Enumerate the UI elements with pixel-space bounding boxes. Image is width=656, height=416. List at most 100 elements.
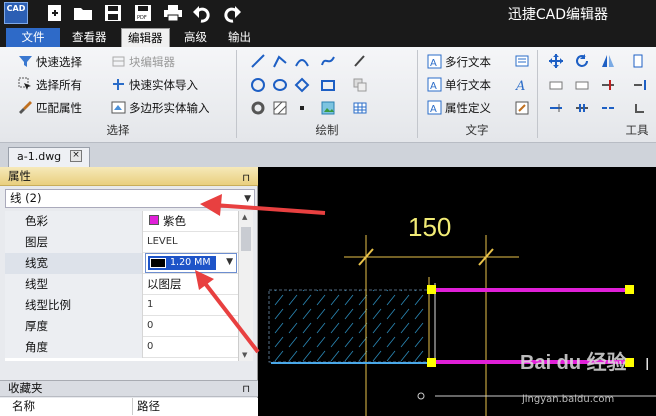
drawing-canvas[interactable] [259, 167, 656, 416]
polyline-tool-icon[interactable] [270, 52, 290, 70]
hatched-region[interactable] [268, 289, 430, 363]
arc-tool-icon[interactable] [292, 52, 312, 70]
quick-entity-import-button[interactable]: 快速实体导入 [111, 75, 198, 94]
chevron-down-icon[interactable]: ▼ [226, 257, 233, 267]
property-value: 0 [147, 341, 154, 352]
app-title: 迅捷CAD编辑器 [507, 7, 608, 23]
tab-output[interactable]: 输出 [222, 28, 257, 47]
property-row-angle[interactable]: 角度 0 [5, 337, 238, 358]
quick-select-button[interactable]: 快速选择 [18, 52, 82, 71]
point-tool-icon[interactable] [292, 99, 312, 117]
print-icon[interactable] [162, 3, 184, 23]
property-row-layer[interactable]: 图层 LEVEL [5, 232, 238, 253]
svg-text:A: A [430, 81, 437, 92]
property-value: 0 [147, 320, 154, 331]
selection-label: 线 (2) [10, 191, 42, 205]
single-line-text-button[interactable]: A 单行文本 [427, 75, 491, 94]
scroll-up-icon[interactable]: ▲ [242, 213, 247, 221]
extend-tool-icon[interactable] [630, 76, 650, 94]
scroll-down-icon[interactable]: ▼ [242, 351, 247, 359]
move-tool-icon[interactable] [546, 52, 566, 70]
grip [427, 358, 436, 367]
close-icon[interactable]: × [70, 150, 82, 162]
image-tool-icon[interactable] [318, 99, 338, 117]
circle-tool-icon[interactable] [248, 76, 268, 94]
linewidth-swatch [150, 258, 166, 268]
scale-tool-icon[interactable] [572, 99, 592, 117]
column-path[interactable]: 路径 [132, 398, 160, 415]
pin-icon[interactable]: ⊓ [242, 382, 250, 397]
properties-panel: 属性 ⊓ 线 (2) ▼ 色彩 紫色 图层 LEVEL 线宽 线型 以图层 线型… [0, 167, 258, 416]
column-name[interactable]: 名称 [12, 398, 35, 415]
polygon-entity-input-button[interactable]: 多边形实体输入 [111, 98, 210, 117]
save-icon[interactable] [102, 3, 124, 23]
tab-editor[interactable]: 编辑器 [121, 28, 170, 47]
scrollbar-thumb[interactable] [241, 227, 251, 251]
menu-bar: 文件 查看器 编辑器 高级 输出 [0, 27, 656, 47]
property-name: 线型 [5, 274, 143, 295]
property-row-color[interactable]: 色彩 紫色 [5, 211, 238, 232]
rotate-tool-icon[interactable] [572, 52, 592, 70]
open-folder-icon[interactable] [72, 3, 94, 23]
property-name: 图层 [5, 232, 143, 253]
tab-file[interactable]: 文件 [6, 28, 60, 47]
text-edit-icon[interactable]: A [512, 76, 532, 94]
polygon-icon [111, 100, 126, 115]
watermark-logo: Bai du 经验 [520, 352, 627, 374]
linewidth-dropdown[interactable]: 1.20 MM ▼ [145, 253, 237, 273]
freehand-tool-icon[interactable] [350, 52, 370, 70]
multiline-text-button[interactable]: A 多行文本 [427, 52, 491, 71]
selection-dropdown[interactable]: 线 (2) ▼ [5, 189, 255, 208]
hatch-tool-icon[interactable] [270, 99, 290, 117]
property-row-linetype[interactable]: 线型 以图层 [5, 274, 238, 295]
ellipse-tool-icon[interactable] [270, 76, 290, 94]
property-name: 线宽 [5, 253, 143, 274]
block-editor-button[interactable]: 块编辑器 [111, 52, 175, 71]
chevron-down-icon: ▼ [244, 194, 251, 204]
line-tool-icon[interactable] [248, 52, 268, 70]
tab-viewer[interactable]: 查看器 [66, 28, 113, 47]
break-tool-icon[interactable] [598, 99, 618, 117]
tab-advanced[interactable]: 高级 [178, 28, 213, 47]
text-check-icon[interactable] [512, 99, 532, 117]
copy-tool-icon[interactable] [350, 76, 370, 94]
redo-icon[interactable] [220, 3, 242, 23]
svg-text:PDF: PDF [137, 15, 147, 21]
undo-icon[interactable] [192, 3, 214, 23]
property-name: 线型比例 [5, 295, 143, 316]
array-tool-icon[interactable] [630, 52, 650, 70]
join-tool-icon[interactable] [630, 99, 650, 117]
stretch-tool-icon[interactable] [546, 99, 566, 117]
svg-text:A: A [515, 79, 525, 93]
trim-tool-icon[interactable] [598, 76, 618, 94]
polygon-tool-icon[interactable] [292, 76, 312, 94]
offset-tool-icon[interactable] [572, 76, 592, 94]
scrollbar[interactable]: ▲ ▼ [238, 211, 253, 361]
text-style-icon[interactable] [512, 52, 532, 70]
svg-text:A: A [430, 58, 437, 69]
property-value: 以图层 [147, 277, 182, 291]
pin-icon[interactable]: ⊓ [242, 170, 250, 188]
select-all-icon [18, 77, 33, 92]
property-row-thickness[interactable]: 厚度 0 [5, 316, 238, 337]
app-logo[interactable]: CAD [4, 2, 28, 24]
new-file-icon[interactable] [44, 3, 66, 23]
dimension-label[interactable]: 150 [408, 212, 451, 243]
save-pdf-icon[interactable]: PDF [132, 3, 154, 23]
property-grid: 色彩 紫色 图层 LEVEL 线宽 线型 以图层 线型比例 1 厚度 0 角度 … [5, 211, 238, 361]
properties-title: 属性 [8, 169, 31, 183]
attribute-definition-button[interactable]: A 属性定义 [427, 98, 491, 117]
select-group-label: 选择 [106, 123, 130, 137]
mirror-tool-icon[interactable] [598, 52, 618, 70]
property-row-linetype-scale[interactable]: 线型比例 1 [5, 295, 238, 316]
match-properties-button[interactable]: 匹配属性 [18, 98, 82, 117]
table-tool-icon[interactable] [350, 99, 370, 117]
attribute-icon: A [427, 100, 442, 115]
rectangle-tool-icon[interactable] [318, 76, 338, 94]
spline-tool-icon[interactable] [318, 52, 338, 70]
filter-icon [18, 54, 33, 69]
donut-tool-icon[interactable] [248, 99, 268, 117]
erase-tool-icon[interactable] [546, 76, 566, 94]
draw-group-label: 绘制 [315, 123, 339, 137]
select-all-button[interactable]: 选择所有 [18, 75, 82, 94]
